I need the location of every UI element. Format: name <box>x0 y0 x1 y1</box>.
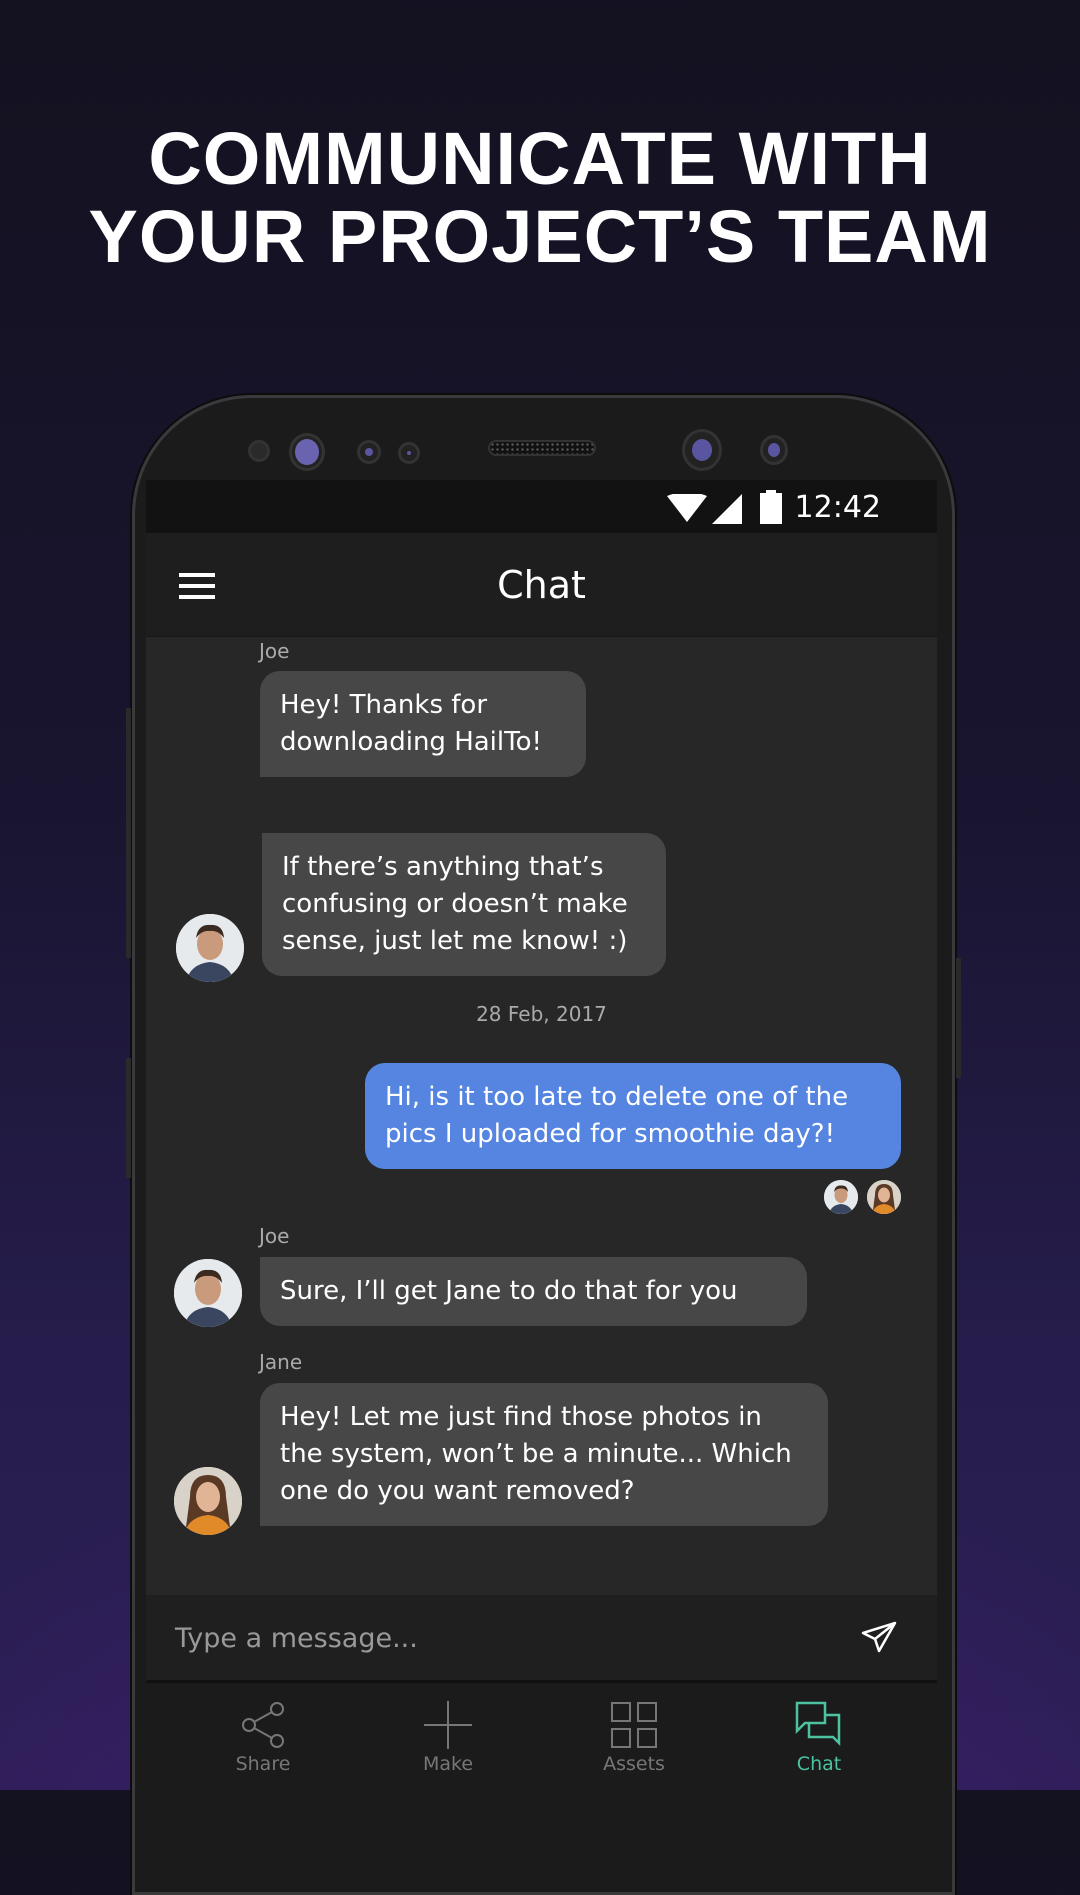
sensor <box>357 440 381 464</box>
avatar-joe <box>174 1259 242 1327</box>
read-receipt-avatar-joe <box>824 1180 858 1214</box>
front-camera <box>289 433 325 471</box>
message-bubble: If there’s anything that’s confusing or … <box>262 833 666 976</box>
bottom-nav: Share Make Assets Chat <box>146 1683 937 1790</box>
plus-icon <box>424 1701 472 1749</box>
headline-line2: YOUR PROJECT’S TEAM <box>88 195 992 278</box>
earpiece-speaker <box>488 440 596 456</box>
read-receipt-avatar-jane <box>867 1180 901 1214</box>
message-list[interactable]: Joe Hey! Thanks for downloading HailTo! … <box>146 637 937 1595</box>
screen: 12:42 Chat Joe Hey! Thanks for downloadi… <box>146 480 937 1790</box>
sender-name: Joe <box>259 639 290 663</box>
message-bubble: Hey! Thanks for downloading HailTo! <box>260 671 586 777</box>
tab-label: Chat <box>796 1753 842 1775</box>
headline-line1: COMMUNICATE WITH <box>148 117 932 200</box>
signal-icon <box>712 494 742 524</box>
app-bar: Chat <box>146 533 937 637</box>
date-separator: 28 Feb, 2017 <box>476 1002 607 1026</box>
headline: COMMUNICATE WITH YOUR PROJECT’S TEAM <box>0 120 1080 276</box>
avatar-jane <box>174 1467 242 1535</box>
message-bubble: Sure, I’ll get Jane to do that for you <box>260 1257 807 1326</box>
status-time: 12:42 <box>794 490 881 525</box>
message-input-placeholder: Type a message... <box>175 1623 418 1654</box>
sensor <box>760 435 788 465</box>
tab-label: Make <box>422 1753 474 1775</box>
sender-name: Jane <box>259 1350 303 1374</box>
sender-name: Joe <box>259 1224 290 1248</box>
grid-icon <box>611 1702 657 1748</box>
page-title: Chat <box>497 563 586 607</box>
wifi-icon <box>667 494 707 522</box>
avatar-joe <box>176 914 244 982</box>
sensor <box>248 440 270 462</box>
message-input[interactable]: Type a message... <box>146 1595 937 1683</box>
sensor <box>398 442 420 464</box>
tab-share[interactable]: Share <box>183 1683 343 1790</box>
paper-plane-icon[interactable] <box>861 1621 897 1653</box>
tab-label: Share <box>235 1753 291 1775</box>
chat-bubbles-icon <box>795 1701 841 1747</box>
message-bubble-outgoing: Hi, is it too late to delete one of the … <box>365 1063 901 1169</box>
share-icon <box>242 1702 284 1748</box>
battery-icon <box>760 490 782 524</box>
status-bar: 12:42 <box>146 480 937 533</box>
tab-chat[interactable]: Chat <box>739 1683 899 1790</box>
message-bubble: Hey! Let me just find those photos in th… <box>260 1383 828 1526</box>
front-camera <box>682 429 722 471</box>
tab-label: Assets <box>603 1753 665 1775</box>
tab-assets[interactable]: Assets <box>554 1683 714 1790</box>
tab-make[interactable]: Make <box>368 1683 528 1790</box>
